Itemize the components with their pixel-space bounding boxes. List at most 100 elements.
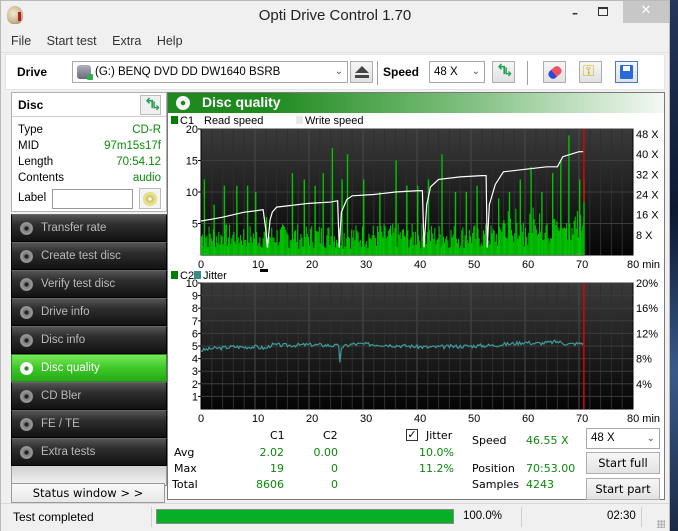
c1-bar <box>243 229 245 255</box>
disc-label-input[interactable] <box>52 189 133 209</box>
c1-bar <box>289 240 291 255</box>
c1-bar <box>549 238 551 255</box>
c1-bar <box>435 244 437 255</box>
c1-bar <box>378 232 380 255</box>
minimize-button[interactable]: – <box>561 3 589 25</box>
c1-bar <box>327 227 329 255</box>
c1-peak-bar <box>530 166 532 255</box>
c1-bar <box>357 232 359 255</box>
jitter-chart: C2 Jitter 0 10 20 30 40 50 60 70 80 min123456789… <box>171 269 660 425</box>
legend-marker <box>260 269 268 272</box>
menu-extra[interactable]: Extra <box>112 31 141 51</box>
jitter-checkbox[interactable]: ✓ <box>406 429 418 441</box>
y2-tick-label: 4% <box>636 379 652 391</box>
nav-item-disc-info[interactable]: Disc info <box>11 326 167 354</box>
resize-grip[interactable] <box>657 520 665 528</box>
c1-peak-bar <box>346 154 349 255</box>
c1-bar <box>534 225 536 255</box>
settings-keys-button[interactable] <box>579 61 602 83</box>
c1-bar <box>344 246 346 255</box>
c1-bar <box>276 229 278 255</box>
col-header-c2: C2 <box>323 429 338 442</box>
c1-bar <box>226 245 228 255</box>
refresh-button[interactable] <box>492 61 515 83</box>
disc-refresh-button[interactable] <box>140 95 161 115</box>
c1-bar <box>221 236 223 255</box>
speed-select[interactable]: 48 X ⌄ <box>429 61 485 83</box>
c1-bar <box>367 247 369 255</box>
c1-bar <box>527 244 529 255</box>
nav-item-cd-bler[interactable]: CD Bler <box>11 382 167 410</box>
charts-area: C1 Read speed Write speed 0 10 20 30 40 50 60 7… <box>171 115 660 425</box>
c1-bar <box>458 238 460 255</box>
c1-bar <box>450 230 452 255</box>
drive-select[interactable]: (G:) BENQ DVD DD DW1640 BSRB ⌄ <box>72 61 348 83</box>
c1-bar <box>252 233 254 255</box>
c1-peak-bar <box>223 185 226 255</box>
c1-bar <box>209 233 211 255</box>
c1-bar <box>298 248 300 255</box>
speed-label: Speed <box>383 65 420 79</box>
c1-bar <box>411 223 413 255</box>
c1-bar <box>206 235 208 255</box>
c1-bar <box>507 211 509 255</box>
c1-bar <box>526 236 528 255</box>
c1-peak-bar <box>508 192 511 255</box>
y-tick-label: 20 <box>186 124 198 136</box>
disc-gear-icon <box>20 306 33 319</box>
c1-bar <box>387 230 389 255</box>
nav-item-fe-te[interactable]: FE / TE <box>11 410 167 438</box>
c1-chart: C1 Read speed Write speed 0 10 20 30 40 50 60 7… <box>171 115 660 271</box>
start-full-button[interactable]: Start full <box>586 452 660 474</box>
c1-bar <box>453 226 455 255</box>
c1-bar <box>410 236 412 255</box>
start-part-button[interactable]: Start part <box>586 478 660 500</box>
menu-file[interactable]: File <box>11 31 31 51</box>
nav-item-verify-test-disc[interactable]: Verify test disc <box>11 270 167 298</box>
nav-item-transfer-rate[interactable]: Transfer rate <box>11 214 167 242</box>
nav-item-create-test-disc[interactable]: Create test disc <box>11 242 167 270</box>
disc-label-button[interactable] <box>139 188 161 209</box>
c1-bar <box>262 238 264 255</box>
save-button[interactable] <box>615 61 638 83</box>
nav-item-drive-info[interactable]: Drive info <box>11 298 167 326</box>
status-divider <box>151 507 152 527</box>
chevron-down-icon: ⌄ <box>334 66 343 77</box>
status-window-button[interactable]: Status window > > <box>11 483 165 503</box>
y-tick-label: 8 <box>192 303 198 315</box>
close-button[interactable]: ✕ <box>623 1 669 23</box>
eject-button[interactable] <box>350 61 373 83</box>
erase-button[interactable] <box>543 61 566 83</box>
c1-bar <box>478 238 480 255</box>
menu-start-test[interactable]: Start test <box>47 31 97 51</box>
c1-bar <box>490 225 492 255</box>
toolbar-divider <box>527 61 528 85</box>
c1-bar <box>220 234 222 255</box>
nav-item-extra-tests[interactable]: Extra tests <box>11 438 167 466</box>
c1-bar <box>442 236 444 255</box>
menu-help[interactable]: Help <box>157 31 183 51</box>
c1-bar <box>248 242 250 255</box>
c1-bar <box>352 237 354 255</box>
maximize-button[interactable] <box>589 2 617 24</box>
y-tick-label: 4 <box>192 354 198 366</box>
c1-bar <box>547 238 549 255</box>
test-speed-select[interactable]: 48 X ⌄ <box>586 428 660 449</box>
field-value: 97m15s17f <box>104 140 161 152</box>
c1-bar <box>270 237 272 255</box>
c1-bar <box>238 242 240 255</box>
c1-bar <box>259 237 261 255</box>
c1-bar <box>525 227 527 255</box>
col-header-c1: C1 <box>270 429 285 442</box>
c1-bar <box>351 229 353 255</box>
field-label: Contents <box>18 172 65 184</box>
c1-bar <box>523 246 525 255</box>
x-tick-label: 20 <box>306 259 318 271</box>
c1-bar <box>431 225 433 255</box>
c1-bar <box>448 248 450 255</box>
c1-bar <box>229 224 231 255</box>
status-divider <box>521 507 522 527</box>
nav-item-label: Verify test disc <box>41 278 116 290</box>
c1-bar <box>288 248 290 255</box>
nav-item-disc-quality[interactable]: Disc quality <box>11 354 167 382</box>
